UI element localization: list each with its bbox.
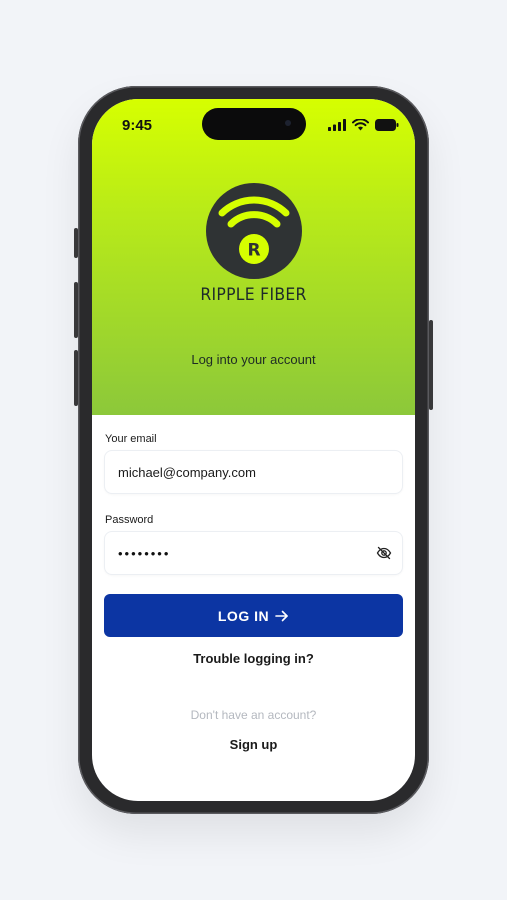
ripple-fiber-logo: R bbox=[206, 183, 302, 279]
power-button bbox=[429, 320, 433, 410]
password-label: Password bbox=[105, 514, 154, 526]
email-field-container bbox=[104, 450, 403, 494]
cellular-signal-icon bbox=[328, 119, 346, 131]
password-value: •••••••• bbox=[118, 546, 171, 561]
wifi-r-logo-icon: R bbox=[218, 196, 290, 264]
login-subtitle: Log into your account bbox=[191, 352, 316, 367]
eye-off-icon[interactable] bbox=[376, 545, 392, 561]
status-time: 9:45 bbox=[122, 117, 153, 134]
email-label: Your email bbox=[105, 433, 157, 445]
camera-dot bbox=[285, 120, 291, 126]
arrow-right-icon bbox=[275, 610, 288, 621]
phone-screen: 9:45 R RIPPLE FIBER Log into your accoun… bbox=[92, 99, 415, 801]
log-in-button[interactable]: LOG IN bbox=[104, 594, 403, 637]
password-field[interactable]: •••••••• bbox=[104, 531, 403, 575]
battery-icon bbox=[375, 119, 399, 131]
sign-up-link[interactable]: Sign up bbox=[92, 737, 415, 752]
logo-letter: R bbox=[247, 241, 260, 261]
wifi-icon bbox=[352, 119, 369, 131]
no-account-text: Don't have an account? bbox=[190, 708, 317, 722]
hero-header: 9:45 R RIPPLE FIBER Log into your accoun… bbox=[92, 99, 415, 415]
log-in-label: LOG IN bbox=[217, 607, 270, 624]
status-icons bbox=[328, 119, 399, 131]
trouble-logging-in-link[interactable]: Trouble logging in? bbox=[92, 651, 415, 666]
email-input[interactable] bbox=[118, 451, 368, 493]
brand-name: RIPPLE FIBER bbox=[200, 285, 307, 305]
